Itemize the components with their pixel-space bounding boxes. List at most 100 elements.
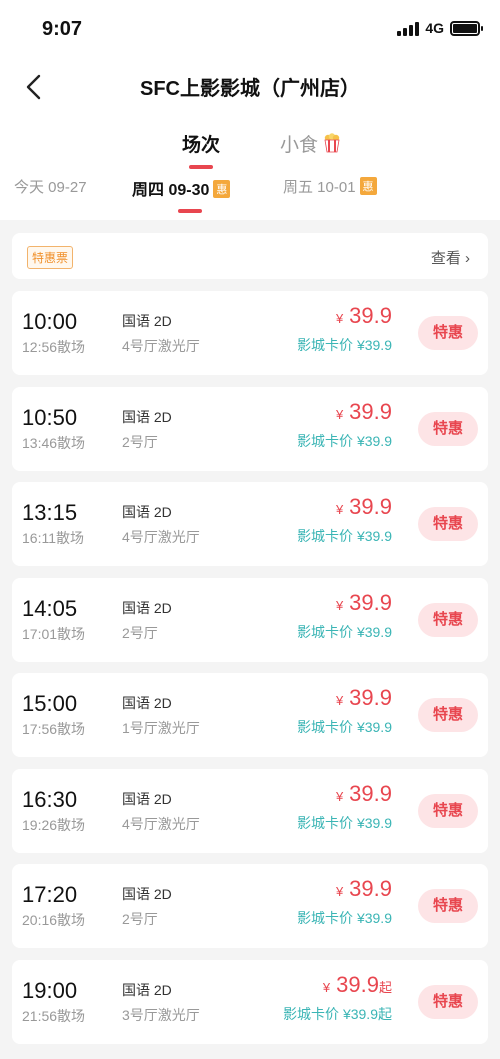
currency-symbol: ¥	[335, 884, 344, 899]
tab-snacks[interactable]: 小食	[280, 130, 341, 157]
buy-button[interactable]: 特惠	[418, 602, 478, 637]
show-end-time: 16:11散场	[22, 530, 84, 546]
tab-sessions[interactable]: 场次	[182, 130, 220, 157]
show-hall: 4号厅激光厅	[122, 338, 200, 354]
date-label: 今天 09-27	[14, 179, 87, 196]
currency-symbol: ¥	[335, 597, 344, 613]
show-hall: 3号厅激光厅	[122, 1006, 200, 1023]
show-hall: 2号厅	[122, 911, 158, 927]
battery-icon	[450, 20, 483, 36]
currency-symbol: ¥	[335, 693, 344, 708]
show-end-time: 21:56散场	[22, 1007, 86, 1024]
date-today[interactable]: 今天 09-27	[14, 176, 87, 197]
show-card[interactable]: 15:00 17:56散场 国语 2D 1号厅激光厅 ¥39.9 影城卡价 ¥3…	[12, 673, 488, 757]
show-card[interactable]: 14:05 17:01散场 国语 2D 2号厅 ¥39.9 影城卡价 ¥39.9…	[12, 577, 488, 662]
price-value: 39.9	[349, 589, 392, 615]
promo-header: 特惠票 查看 ›	[12, 233, 488, 279]
show-time: 10:00	[22, 309, 78, 334]
buy-button[interactable]: 特惠	[418, 793, 478, 828]
network-label: 4G	[425, 20, 444, 36]
page-title: SFC上影影城（广州店）	[140, 78, 360, 100]
promo-tag: 特惠票	[27, 246, 74, 269]
price-value: 39.9	[349, 780, 392, 806]
show-card[interactable]: 10:00 12:56散场 国语 2D 4号厅激光厅 ¥39.9 影城卡价 ¥3…	[12, 291, 488, 375]
show-language: 国语 2D	[122, 981, 172, 998]
show-price: ¥39.9	[336, 876, 392, 902]
card-price: 影城卡价 ¥39.9起	[283, 1005, 392, 1022]
buy-button[interactable]: 特惠	[418, 889, 478, 923]
show-time: 13:15	[22, 500, 78, 525]
buy-button[interactable]: 特惠	[418, 316, 478, 350]
date-active-indicator	[178, 209, 202, 213]
show-price: ¥39.9	[336, 494, 392, 520]
price-value: 39.9	[349, 303, 392, 328]
show-time: 16:30	[22, 786, 78, 812]
currency-symbol: ¥	[335, 788, 344, 804]
view-link[interactable]: 查看 ›	[431, 247, 470, 268]
show-hall: 2号厅	[122, 433, 158, 450]
show-end-time: 17:56散场	[22, 721, 86, 737]
show-hall: 4号厅激光厅	[122, 815, 200, 832]
price-value: 39.9	[349, 398, 392, 424]
show-end-time: 20:16散场	[22, 912, 86, 928]
show-card[interactable]: 10:50 13:46散场 国语 2D 2号厅 ¥39.9 影城卡价 ¥39.9…	[12, 386, 488, 471]
show-end-time: 17:01散场	[22, 625, 86, 642]
card-price: 影城卡价 ¥39.9	[297, 528, 392, 544]
show-end-time: 19:26散场	[22, 816, 86, 833]
show-language: 国语 2D	[122, 504, 172, 520]
show-language: 国语 2D	[122, 790, 172, 807]
discount-badge: 惠	[213, 180, 231, 198]
price-value: 39.9	[349, 876, 392, 901]
currency-symbol: ¥	[335, 406, 344, 422]
show-language: 国语 2D	[122, 695, 172, 711]
show-card[interactable]: 16:30 19:26散场 国语 2D 4号厅激光厅 ¥39.9 影城卡价 ¥3…	[12, 768, 488, 853]
tab-snacks-label: 小食	[280, 135, 319, 156]
show-end-time: 13:46散场	[22, 434, 86, 451]
currency-symbol: ¥	[322, 979, 331, 995]
popcorn-icon	[324, 133, 340, 153]
price-value: 39.9	[349, 685, 392, 710]
tab-bar: 场次 小食	[0, 120, 500, 170]
show-end-time: 12:56散场	[22, 339, 86, 355]
status-indicators: 4G	[397, 20, 483, 36]
buy-button[interactable]: 特惠	[418, 411, 478, 446]
show-time: 14:05	[22, 595, 78, 621]
tab-active-indicator	[189, 165, 213, 169]
show-card[interactable]: 13:15 16:11散场 国语 2D 4号厅激光厅 ¥39.9 影城卡价 ¥3…	[12, 482, 488, 566]
show-price: ¥39.9	[336, 303, 392, 329]
show-time: 19:00	[22, 977, 78, 1003]
show-time: 10:50	[22, 404, 78, 430]
card-price: 影城卡价 ¥39.9	[297, 623, 392, 640]
show-language: 国语 2D	[122, 408, 172, 425]
show-language: 国语 2D	[122, 599, 172, 616]
show-hall: 1号厅激光厅	[122, 720, 200, 736]
buy-button[interactable]: 特惠	[418, 507, 478, 541]
card-price: 影城卡价 ¥39.9	[297, 719, 392, 735]
show-price: ¥39.9起	[323, 972, 392, 998]
date-label: 周四 09-30	[132, 182, 210, 199]
price-suffix: 起	[378, 979, 392, 995]
discount-badge: 惠	[359, 177, 377, 195]
tab-sessions-label: 场次	[182, 135, 221, 156]
buy-button[interactable]: 特惠	[418, 698, 478, 732]
card-price: 影城卡价 ¥39.9	[297, 814, 392, 831]
signal-icon	[397, 20, 420, 36]
currency-symbol: ¥	[335, 311, 344, 326]
show-price: ¥39.9	[336, 781, 392, 807]
date-friday[interactable]: 周五 10-01 惠	[283, 176, 377, 197]
show-card[interactable]: 19:00 21:56散场 国语 2D 3号厅激光厅 ¥39.9起 影城卡价 ¥…	[12, 959, 488, 1044]
show-time: 15:00	[22, 691, 78, 716]
show-hall: 4号厅激光厅	[122, 529, 200, 545]
date-selector: 今天 09-27 周四 09-30 惠 周五 10-01 惠	[0, 170, 500, 220]
price-value: 39.9	[336, 971, 379, 997]
date-label: 周五 10-01	[283, 179, 356, 196]
currency-symbol: ¥	[335, 502, 344, 517]
card-price: 影城卡价 ¥39.9	[297, 910, 392, 926]
date-thursday[interactable]: 周四 09-30 惠	[132, 176, 231, 200]
show-price: ¥39.9	[336, 590, 392, 616]
card-price: 影城卡价 ¥39.9	[297, 432, 392, 449]
show-card[interactable]: 17:20 20:16散场 国语 2D 2号厅 ¥39.9 影城卡价 ¥39.9…	[12, 864, 488, 948]
show-price: ¥39.9	[336, 399, 392, 425]
show-language: 国语 2D	[122, 886, 172, 902]
buy-button[interactable]: 特惠	[418, 984, 478, 1019]
